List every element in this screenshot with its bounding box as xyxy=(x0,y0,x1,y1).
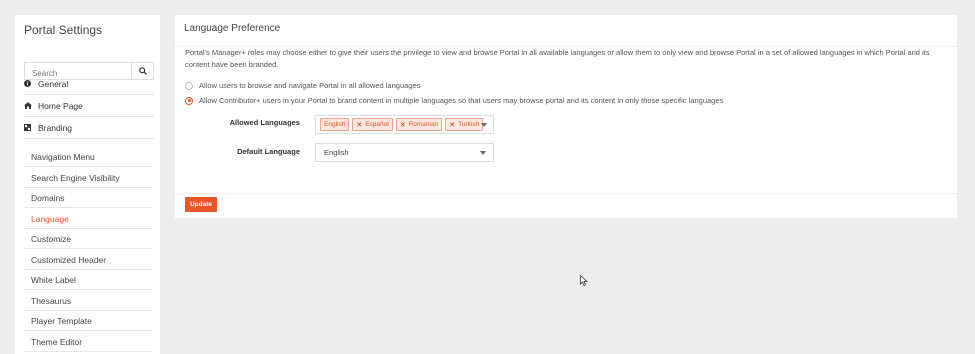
chevron-down-icon[interactable] xyxy=(481,123,487,127)
radio-button[interactable] xyxy=(185,81,193,90)
default-language-label: Default Language xyxy=(237,147,300,156)
sidebar-subitem-thesaurus[interactable]: Thesaurus xyxy=(24,291,152,311)
sidebar-item-label: Branding xyxy=(38,122,73,133)
sidebar-subitem-customized-header[interactable]: Customized Header xyxy=(24,250,152,270)
chip-label: Romanian xyxy=(408,121,439,128)
sidebar-subitem-theme-editor[interactable]: Theme Editor xyxy=(24,332,152,352)
settings-sidebar: Portal Settings General Home Page Brandi… xyxy=(15,15,160,354)
allowed-languages-multiselect[interactable]: English ✕ Español ✕ Romanian ✕ Turkish xyxy=(315,115,494,134)
sidebar-item-home-page[interactable]: Home Page xyxy=(24,95,154,117)
language-chip: English xyxy=(320,118,350,131)
divider xyxy=(175,193,957,194)
sidebar-item-label: General xyxy=(38,78,69,89)
sidebar-subitem-language[interactable]: Language xyxy=(24,209,152,229)
chip-label: English xyxy=(324,121,346,128)
option-label: Allow Contributor+ users in your Portal … xyxy=(199,96,724,105)
default-language-select[interactable]: English xyxy=(315,143,494,162)
option-label: Allow users to browse and navigate Porta… xyxy=(199,81,421,90)
sidebar-subitem-white-label[interactable]: White Label xyxy=(24,270,152,290)
sidebar-title: Portal Settings xyxy=(24,23,103,37)
chip-label: Español xyxy=(365,121,389,128)
language-preference-panel: Language Preference Portal's Manager+ ro… xyxy=(175,15,957,218)
sidebar-item-label: Home Page xyxy=(38,100,83,111)
description-text: Portal's Manager+ roles may choose eithe… xyxy=(185,48,930,69)
allowed-languages-label: Allowed Languages xyxy=(229,118,300,127)
sidebar-subitem-navigation-menu[interactable]: Navigation Menu xyxy=(24,147,152,167)
panel-title: Language Preference xyxy=(184,23,281,34)
chevron-down-icon xyxy=(480,151,486,155)
option-all-languages[interactable]: Allow users to browse and navigate Porta… xyxy=(185,81,420,90)
language-chip: ✕ Español xyxy=(352,118,393,131)
sidebar-item-general[interactable]: General xyxy=(24,73,154,95)
remove-icon[interactable]: ✕ xyxy=(400,121,406,129)
radio-button-selected[interactable] xyxy=(185,96,193,105)
option-specific-languages[interactable]: Allow Contributor+ users in your Portal … xyxy=(185,96,723,105)
sidebar-subitem-domains[interactable]: Domains xyxy=(24,188,152,208)
language-chip: ✕ Romanian xyxy=(395,118,443,131)
select-value: English xyxy=(324,148,349,157)
branding-icon xyxy=(24,124,36,131)
info-circle-icon xyxy=(24,80,36,87)
remove-icon[interactable]: ✕ xyxy=(449,121,455,129)
chip-label: Turkish xyxy=(458,121,480,128)
update-button[interactable]: Update xyxy=(185,197,217,212)
sidebar-subitem-player-template[interactable]: Player Template xyxy=(24,311,152,331)
mouse-cursor-icon xyxy=(580,275,588,286)
sidebar-subitem-customize[interactable]: Customize xyxy=(24,229,152,249)
home-icon xyxy=(24,102,36,109)
remove-icon[interactable]: ✕ xyxy=(356,121,362,129)
sidebar-subitem-search-engine-visibility[interactable]: Search Engine Visibility xyxy=(24,168,152,188)
language-chip: ✕ Turkish xyxy=(445,118,484,131)
sidebar-item-branding[interactable]: Branding xyxy=(24,117,154,139)
